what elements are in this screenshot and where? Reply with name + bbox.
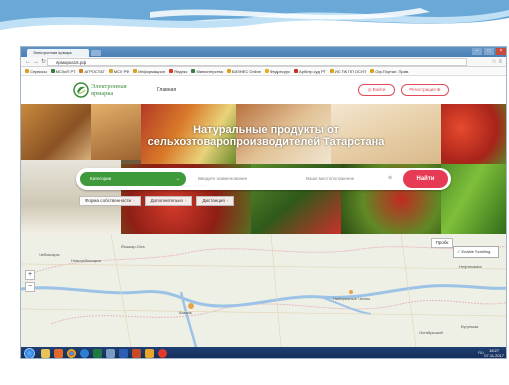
excel-icon[interactable]: [93, 349, 102, 358]
forward-icon[interactable]: →: [33, 59, 41, 65]
maximize-icon[interactable]: □: [484, 48, 494, 55]
site-header: Электронная ярмарка Главная ◎ Войти Реги…: [21, 76, 506, 104]
map-zoom-controls: + −: [25, 270, 35, 292]
site-icon: [191, 69, 196, 73]
site-icon: [108, 69, 113, 73]
bookmarks-bar: Сервисы МСХиП РТ АГРОСТАТ МСХ РФ Информа…: [21, 67, 506, 76]
page-icon: [133, 69, 138, 73]
yandex-icon: [169, 69, 174, 73]
site-icon: [294, 69, 299, 73]
zoom-in-icon[interactable]: +: [25, 270, 35, 280]
product-name-input[interactable]: Введите наименование: [198, 175, 298, 183]
chevron-down-icon: ›: [184, 198, 187, 203]
star-icon[interactable]: ☆: [491, 59, 496, 65]
bookmark-item[interactable]: Министерства: [191, 69, 223, 74]
region-map[interactable]: Чебоксары Новочебоксарск Йошкар-Ола Каза…: [21, 234, 506, 347]
bookmark-item[interactable]: АГРОСТАТ: [79, 69, 105, 74]
window-controls: – □ ×: [472, 48, 506, 55]
site-icon: [50, 69, 55, 73]
chevron-down-icon: ⌄: [175, 176, 180, 182]
site-icon: [226, 69, 231, 73]
register-icon: ⊕: [435, 87, 441, 92]
tray-lang[interactable]: RU: [478, 350, 484, 355]
traffic-layer-button[interactable]: Пробк: [431, 238, 453, 248]
app-icon[interactable]: [106, 349, 115, 358]
start-button-icon[interactable]: [24, 348, 35, 358]
map-city-label: Бугульма: [461, 324, 479, 329]
cucumbers-photo: [441, 164, 506, 234]
filter-distance[interactable]: Дистанция ›: [196, 196, 235, 206]
bread-photo: [21, 104, 91, 160]
nav-buttons: ←→↻: [25, 58, 48, 65]
powerpoint-icon[interactable]: [132, 349, 141, 358]
location-input[interactable]: Ваше местоположение: [306, 175, 386, 183]
windows-taskbar: RU 18:27 07.11.2017: [21, 347, 506, 358]
bookmark-item[interactable]: МСХ РФ: [108, 69, 129, 74]
map-city-label: Набережные Челны: [333, 296, 371, 301]
presentation-slide: Электронная ярмарк – □ × ←→↻ ярмарка16.р…: [0, 0, 509, 385]
chrome-icon[interactable]: [67, 349, 76, 358]
tomatoes-photo: [441, 104, 506, 164]
map-city-label: Чебоксары: [39, 252, 60, 257]
chevron-down-icon: ›: [133, 198, 135, 203]
browser-tab[interactable]: Электронная ярмарк: [27, 49, 89, 57]
zoom-out-icon[interactable]: −: [25, 282, 35, 292]
category-select[interactable]: Категории ⌄: [80, 172, 186, 186]
scroll-tooltip: ✓ Enable Scrolling: [453, 246, 499, 258]
map-city-label: Нефтекамск: [459, 264, 482, 269]
bookmark-item[interactable]: Информацион: [133, 69, 165, 74]
bookmark-item[interactable]: Оф.Портал. Прав.: [370, 69, 409, 74]
yandex-browser-icon[interactable]: [158, 349, 167, 358]
filter-bar: Форма собственности › Дополнительно › Дист…: [79, 196, 235, 206]
filter-ownership[interactable]: Форма собственности ›: [79, 196, 141, 206]
logo-text[interactable]: Электронная ярмарка: [91, 83, 131, 97]
site-icon: [329, 69, 334, 73]
map-city-label: Новочебоксарск: [71, 258, 102, 263]
register-button[interactable]: Регистрация ⊕: [401, 84, 449, 96]
page-icon: [370, 69, 375, 73]
media-icon[interactable]: [54, 349, 63, 358]
find-button[interactable]: Найти: [403, 170, 448, 188]
chevron-down-icon: ›: [226, 198, 229, 203]
minimize-icon[interactable]: –: [472, 48, 482, 55]
explorer-icon[interactable]: [41, 349, 50, 358]
taskbar-clock[interactable]: 18:27 07.11.2017: [484, 348, 504, 358]
ie-icon[interactable]: [80, 349, 89, 358]
page-icon: [264, 69, 269, 73]
close-icon[interactable]: ×: [496, 48, 506, 55]
bookmark-item[interactable]: БИЗНЕС Online: [226, 69, 261, 74]
menu-icon[interactable]: ≡: [498, 59, 502, 65]
bookmark-item[interactable]: Федресурс: [264, 69, 290, 74]
map-city-label: Казань: [179, 310, 192, 315]
nav-home-link[interactable]: Главная: [157, 87, 176, 93]
location-clear-icon[interactable]: ⊗: [388, 175, 392, 181]
hero-banner: Натуральные продукты от сельхозтоваропро…: [21, 104, 506, 234]
site-icon: [79, 69, 84, 73]
address-input[interactable]: ярмарка16.рф: [47, 58, 467, 66]
url-bar: ←→↻ ярмарка16.рф ☆ ≡: [21, 57, 506, 67]
hero-title: Натуральные продукты от сельхозтоваропро…: [147, 124, 385, 148]
bookmark-item[interactable]: ИС ПК ПП ОСУП: [329, 69, 366, 74]
browser-screenshot: Электронная ярмарк – □ × ←→↻ ярмарка16.р…: [20, 46, 507, 359]
logo-icon[interactable]: [73, 82, 89, 98]
word-icon[interactable]: [119, 349, 128, 358]
browser-tools: ☆ ≡: [491, 58, 502, 65]
folder-icon[interactable]: [145, 349, 154, 358]
bookmark-item[interactable]: Сервисы: [25, 69, 47, 74]
map-city-label: Йошкар-Ола: [121, 244, 145, 249]
login-button[interactable]: ◎ Войти: [358, 84, 395, 96]
new-tab-button[interactable]: [91, 50, 101, 56]
filter-additional[interactable]: Дополнительно ›: [144, 196, 193, 206]
tab-bar: Электронная ярмарк – □ ×: [21, 47, 506, 57]
back-icon[interactable]: ←: [25, 59, 33, 65]
map-city-label: Октябрьский: [419, 330, 443, 335]
search-bar: Категории ⌄ Введите наименование Ваше ме…: [76, 168, 451, 190]
slide-header-wave: [0, 0, 509, 30]
bookmark-item[interactable]: Арбитр.суд РТ: [294, 69, 326, 74]
bookmark-item[interactable]: Яндекс: [169, 69, 187, 74]
apps-icon: [25, 69, 29, 73]
bookmark-item[interactable]: МСХиП РТ: [50, 69, 75, 74]
